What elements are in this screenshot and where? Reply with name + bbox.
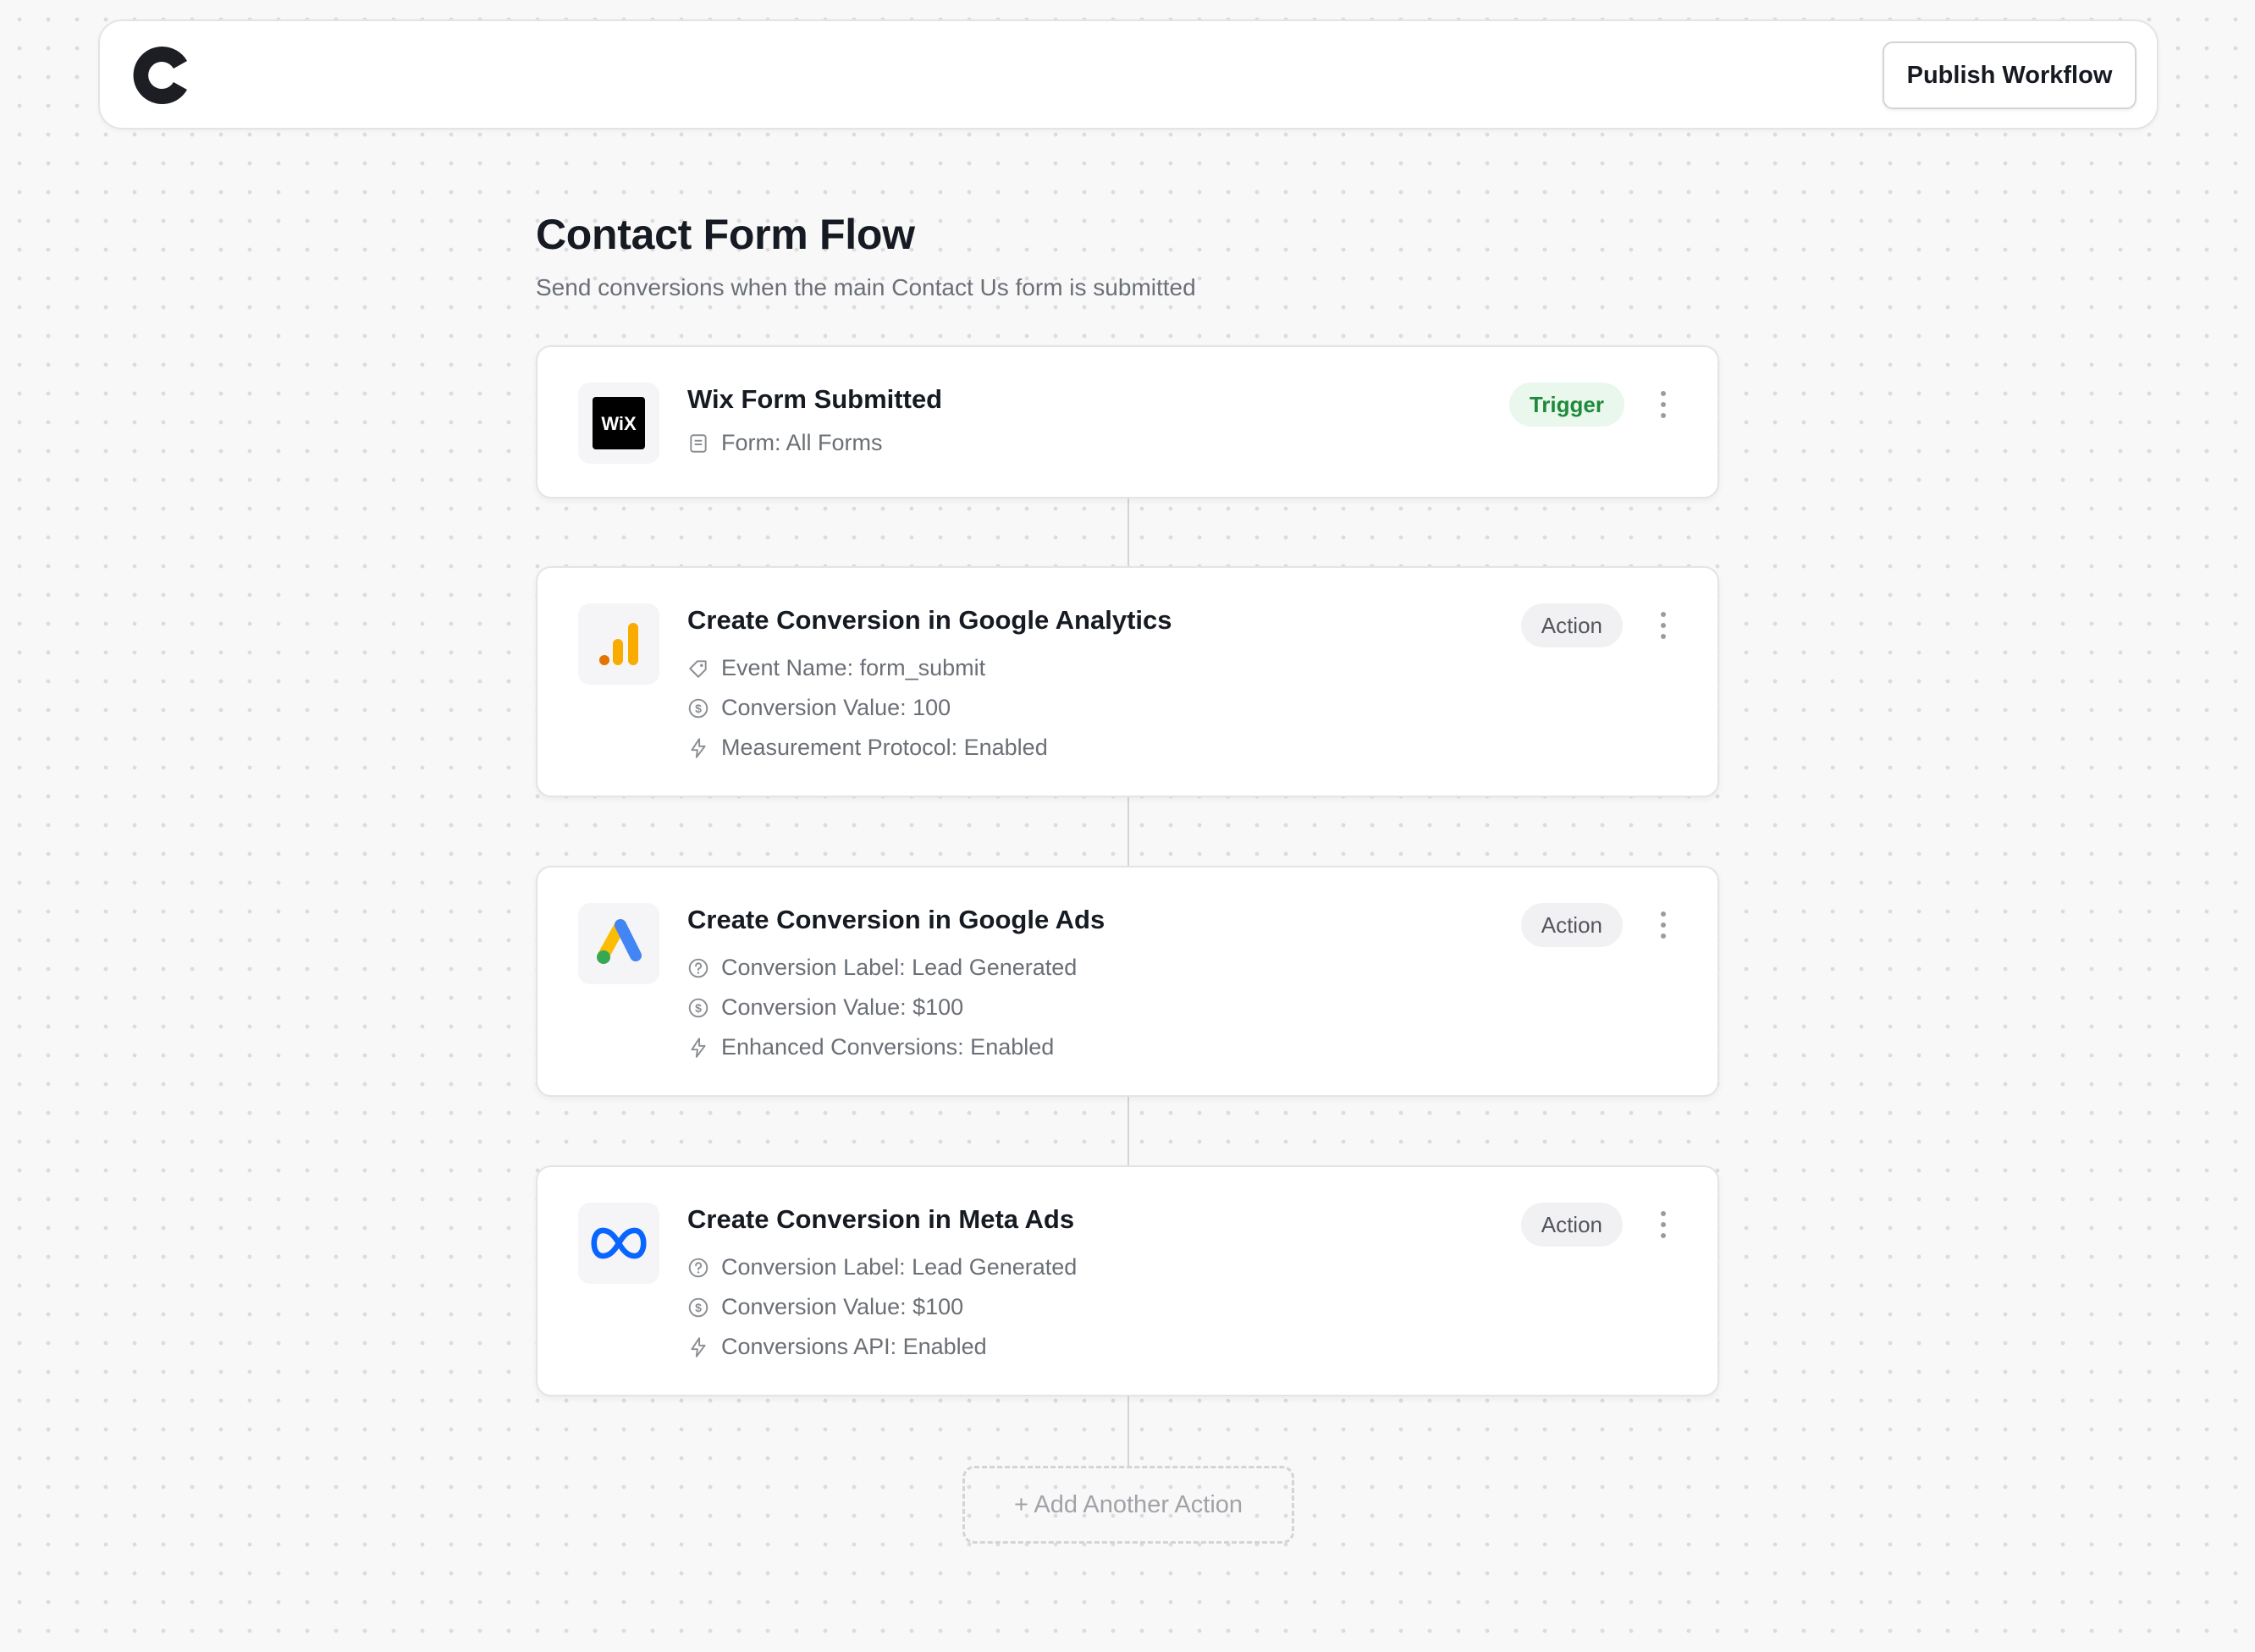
help-circle-icon	[688, 958, 708, 977]
more-options-icon[interactable]	[1653, 1208, 1673, 1242]
step-detail: Conversion Label: Lead Generated	[687, 1254, 1077, 1280]
step-title: Create Conversion in Google Ads	[687, 905, 1105, 934]
step-detail-text: Conversion Label: Lead Generated	[721, 955, 1078, 980]
step-detail: $ Conversion Value: $100	[687, 1294, 963, 1320]
action-badge: Action	[1520, 603, 1623, 647]
step-detail: $ Conversion Value: $100	[687, 994, 963, 1021]
help-circle-icon	[688, 1258, 708, 1277]
svg-text:WiX: WiX	[601, 413, 637, 434]
add-another-action-button[interactable]: + Add Another Action	[962, 1466, 1294, 1544]
step-detail: $ Conversion Value: 100	[687, 695, 951, 721]
google-analytics-icon	[578, 603, 659, 685]
brand-c-logo-icon[interactable]	[129, 41, 196, 109]
flow-connector	[1128, 498, 1129, 568]
flow-connector	[1128, 1396, 1129, 1466]
page-title: Contact Form Flow	[536, 211, 915, 258]
lightning-icon	[691, 1336, 706, 1357]
trigger-badge: Trigger	[1508, 383, 1624, 427]
svg-text:$: $	[695, 1300, 702, 1313]
dollar-circle-icon: $	[688, 1297, 708, 1317]
dollar-circle-icon: $	[688, 998, 708, 1017]
tag-icon	[689, 659, 707, 678]
svg-text:$: $	[695, 701, 702, 714]
step-detail-text: Form: All Forms	[721, 430, 883, 455]
step-title: Create Conversion in Meta Ads	[687, 1204, 1075, 1234]
lightning-icon	[691, 1037, 706, 1058]
step-card-trigger[interactable]: WiX Wix Form Submitted Trigger Form: All…	[536, 345, 1719, 498]
lightning-icon	[691, 737, 706, 758]
action-badge: Action	[1520, 903, 1623, 947]
step-detail: Measurement Protocol: Enabled	[687, 735, 1048, 761]
step-detail-text: Conversion Value: 100	[721, 695, 951, 720]
step-title: Wix Form Submitted	[687, 384, 943, 414]
step-title: Create Conversion in Google Analytics	[687, 605, 1172, 635]
top-bar: Publish Workflow	[98, 19, 2159, 129]
step-detail-text: Measurement Protocol: Enabled	[721, 735, 1048, 760]
dollar-circle-icon: $	[688, 698, 708, 718]
action-badge: Action	[1520, 1203, 1623, 1247]
more-options-icon[interactable]	[1653, 388, 1673, 421]
wix-logo-icon: WiX	[578, 383, 659, 464]
svg-text:$: $	[695, 1000, 702, 1014]
flow-connector	[1128, 1097, 1129, 1166]
meta-logo-icon	[578, 1203, 659, 1284]
step-detail-text: Event Name: form_submit	[721, 655, 986, 680]
more-options-icon[interactable]	[1653, 608, 1673, 642]
google-ads-icon	[578, 903, 659, 984]
step-detail-text: Conversion Value: $100	[721, 1294, 964, 1319]
step-detail: Conversion Label: Lead Generated	[687, 955, 1077, 981]
page-subtitle: Send conversions when the main Contact U…	[536, 274, 1196, 300]
step-detail-text: Enhanced Conversions: Enabled	[721, 1034, 1055, 1060]
step-detail-text: Conversion Label: Lead Generated	[721, 1254, 1078, 1280]
step-card-google-analytics[interactable]: Create Conversion in Google Analytics Ac…	[536, 566, 1719, 797]
step-card-google-ads[interactable]: Create Conversion in Google Ads Action C…	[536, 866, 1719, 1097]
step-detail: Event Name: form_submit	[687, 655, 985, 681]
step-detail-text: Conversion Value: $100	[721, 994, 964, 1020]
more-options-icon[interactable]	[1653, 908, 1673, 942]
publish-workflow-button[interactable]: Publish Workflow	[1883, 41, 2136, 109]
step-card-meta-ads[interactable]: Create Conversion in Meta Ads Action Con…	[536, 1165, 1719, 1396]
flow-connector	[1128, 797, 1129, 867]
form-icon	[690, 433, 707, 453]
step-detail-text: Conversions API: Enabled	[721, 1334, 987, 1359]
step-detail: Form: All Forms	[687, 430, 883, 456]
step-detail: Conversions API: Enabled	[687, 1334, 987, 1360]
step-detail: Enhanced Conversions: Enabled	[687, 1034, 1054, 1060]
